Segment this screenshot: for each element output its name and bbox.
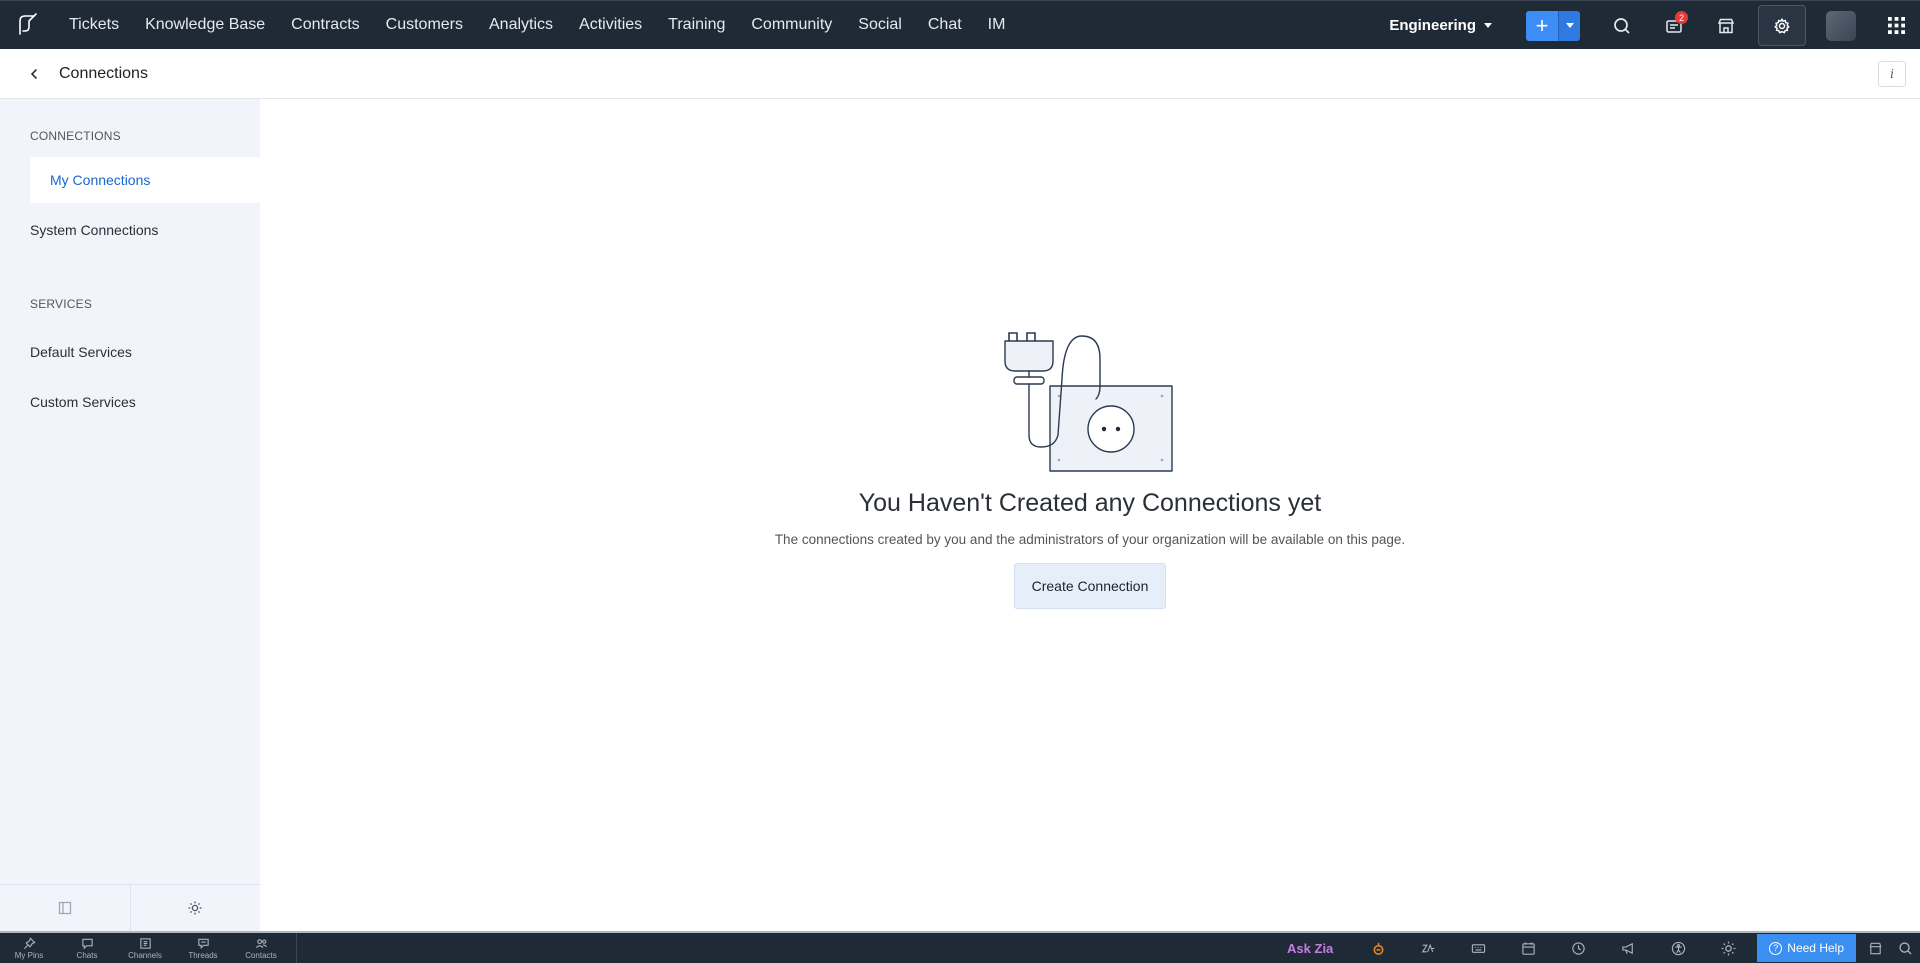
accessibility-button[interactable] <box>1653 933 1703 963</box>
store-icon <box>1717 18 1735 33</box>
search-icon <box>1614 17 1630 34</box>
bottom-actions: Ask Zia ? Need Help <box>1267 933 1920 963</box>
empty-state-title: You Haven't Created any Connections yet <box>858 489 1322 517</box>
nav-tab-knowledge-base[interactable]: Knowledge Base <box>132 1 278 50</box>
info-button[interactable]: i <box>1878 61 1906 87</box>
nav-tab-contracts[interactable]: Contracts <box>278 1 372 50</box>
bottom-tab-channels[interactable]: Channels <box>116 933 174 963</box>
bottom-tab-contacts[interactable]: Contacts <box>232 933 290 963</box>
bottom-tab-label: Chats <box>76 950 98 960</box>
add-new-split-button: + <box>1526 10 1580 41</box>
app-logo-icon[interactable] <box>0 1 56 50</box>
sidebar-item-my-connections[interactable]: My Connections <box>30 157 260 203</box>
bottom-tab-label: Channels <box>128 950 162 960</box>
top-nav-actions: Engineering + 2 <box>1389 1 1920 50</box>
nav-tab-community[interactable]: Community <box>738 1 845 50</box>
notifications-button[interactable]: 2 <box>1648 1 1700 50</box>
nav-tab-training[interactable]: Training <box>655 1 738 50</box>
chevron-down-icon <box>1565 23 1574 28</box>
bottom-tab-my-pins[interactable]: My Pins <box>0 933 58 963</box>
bottom-tab-label: Contacts <box>245 950 277 960</box>
bottom-tab-chats[interactable]: Chats <box>58 933 116 963</box>
search-icon <box>1898 941 1912 955</box>
nav-tab-customers[interactable]: Customers <box>373 1 476 50</box>
accessibility-icon <box>1671 941 1685 955</box>
add-dropdown-button[interactable] <box>1558 10 1580 41</box>
bottom-tab-threads[interactable]: Threads <box>174 933 232 963</box>
search-button[interactable] <box>1890 933 1920 963</box>
sidebar-item-custom-services[interactable]: Custom Services <box>0 379 260 425</box>
page-title: Connections <box>59 64 148 82</box>
user-avatar[interactable] <box>1826 10 1856 41</box>
sidebar-item-default-services[interactable]: Default Services <box>0 329 260 375</box>
add-button[interactable]: + <box>1526 10 1558 41</box>
top-navigation-bar: Tickets Knowledge Base Contracts Custome… <box>0 0 1920 49</box>
ask-zia-button[interactable]: Ask Zia <box>1267 941 1353 956</box>
need-help-button[interactable]: ? Need Help <box>1757 934 1856 962</box>
panel-icon <box>58 901 71 915</box>
nav-tab-chat[interactable]: Chat <box>915 1 975 50</box>
pin-icon <box>23 936 36 949</box>
theme-button[interactable] <box>1703 933 1753 963</box>
marketplace-button[interactable] <box>1700 1 1752 50</box>
nav-tab-analytics[interactable]: Analytics <box>476 1 566 50</box>
department-name: Engineering <box>1389 17 1476 34</box>
megaphone-icon <box>1622 942 1633 954</box>
announcements-button[interactable] <box>1603 933 1653 963</box>
zia-button[interactable] <box>1353 933 1403 963</box>
calendar-icon <box>1522 941 1535 955</box>
settings-button[interactable] <box>1758 5 1806 46</box>
app-launcher-button[interactable] <box>1872 1 1920 50</box>
nav-tab-tickets[interactable]: Tickets <box>56 1 132 50</box>
clock-icon <box>1572 941 1585 955</box>
search-button[interactable] <box>1596 1 1648 50</box>
calendar-button[interactable] <box>1503 933 1553 963</box>
empty-state-description: The connections created by you and the a… <box>774 532 1406 547</box>
channel-icon <box>139 937 151 949</box>
collapse-sidebar-button[interactable] <box>0 885 131 931</box>
store-button[interactable] <box>1860 933 1890 963</box>
store-icon <box>1869 942 1881 954</box>
help-icon: ? <box>1769 941 1783 955</box>
contacts-icon <box>255 938 267 948</box>
timer-button[interactable] <box>1553 933 1603 963</box>
bottom-toolbar: My Pins Chats Channels Threads Contacts … <box>0 931 1920 963</box>
zia-flame-icon <box>1373 942 1384 955</box>
nav-tab-social[interactable]: Social <box>845 1 915 50</box>
thread-icon <box>197 938 209 949</box>
bottom-tab-label: Threads <box>188 950 218 960</box>
sidebar-footer <box>0 884 260 931</box>
nav-tab-im[interactable]: IM <box>975 1 1019 50</box>
grid-icon <box>1887 17 1905 34</box>
theme-toggle-button[interactable] <box>131 885 261 931</box>
module-tabs: Tickets Knowledge Base Contracts Custome… <box>56 1 1018 50</box>
connections-sidebar: CONNECTIONS My Connections System Connec… <box>0 99 260 931</box>
page-header: Connections i <box>0 49 1920 99</box>
chat-icon <box>81 938 93 949</box>
chevron-left-icon <box>30 68 37 79</box>
sun-icon <box>188 901 202 915</box>
zia-logo-button[interactable] <box>1403 933 1453 963</box>
notification-count-badge: 2 <box>1675 11 1688 24</box>
need-help-label: Need Help <box>1787 941 1844 955</box>
chevron-down-icon <box>1484 23 1492 28</box>
bottom-tab-label: My Pins <box>14 950 44 960</box>
empty-state: You Haven't Created any Connections yet … <box>260 319 1920 609</box>
sun-icon <box>1721 941 1736 955</box>
sidebar-section-connections: CONNECTIONS <box>30 129 121 143</box>
sidebar-item-system-connections[interactable]: System Connections <box>0 207 260 253</box>
create-connection-button[interactable]: Create Connection <box>1014 563 1166 609</box>
gear-icon <box>1774 17 1790 33</box>
zia-logo-icon <box>1421 943 1435 952</box>
sidebar-section-services: SERVICES <box>30 297 93 311</box>
plug-socket-illustration <box>1004 332 1173 472</box>
keyboard-icon <box>1471 943 1485 953</box>
bottom-tabs: My Pins Chats Channels Threads Contacts <box>0 933 297 963</box>
main-content: You Haven't Created any Connections yet … <box>260 99 1920 931</box>
nav-tab-activities[interactable]: Activities <box>566 1 655 50</box>
back-button[interactable] <box>17 57 51 91</box>
department-switcher[interactable]: Engineering <box>1389 17 1492 34</box>
keyboard-shortcuts-button[interactable] <box>1453 933 1503 963</box>
